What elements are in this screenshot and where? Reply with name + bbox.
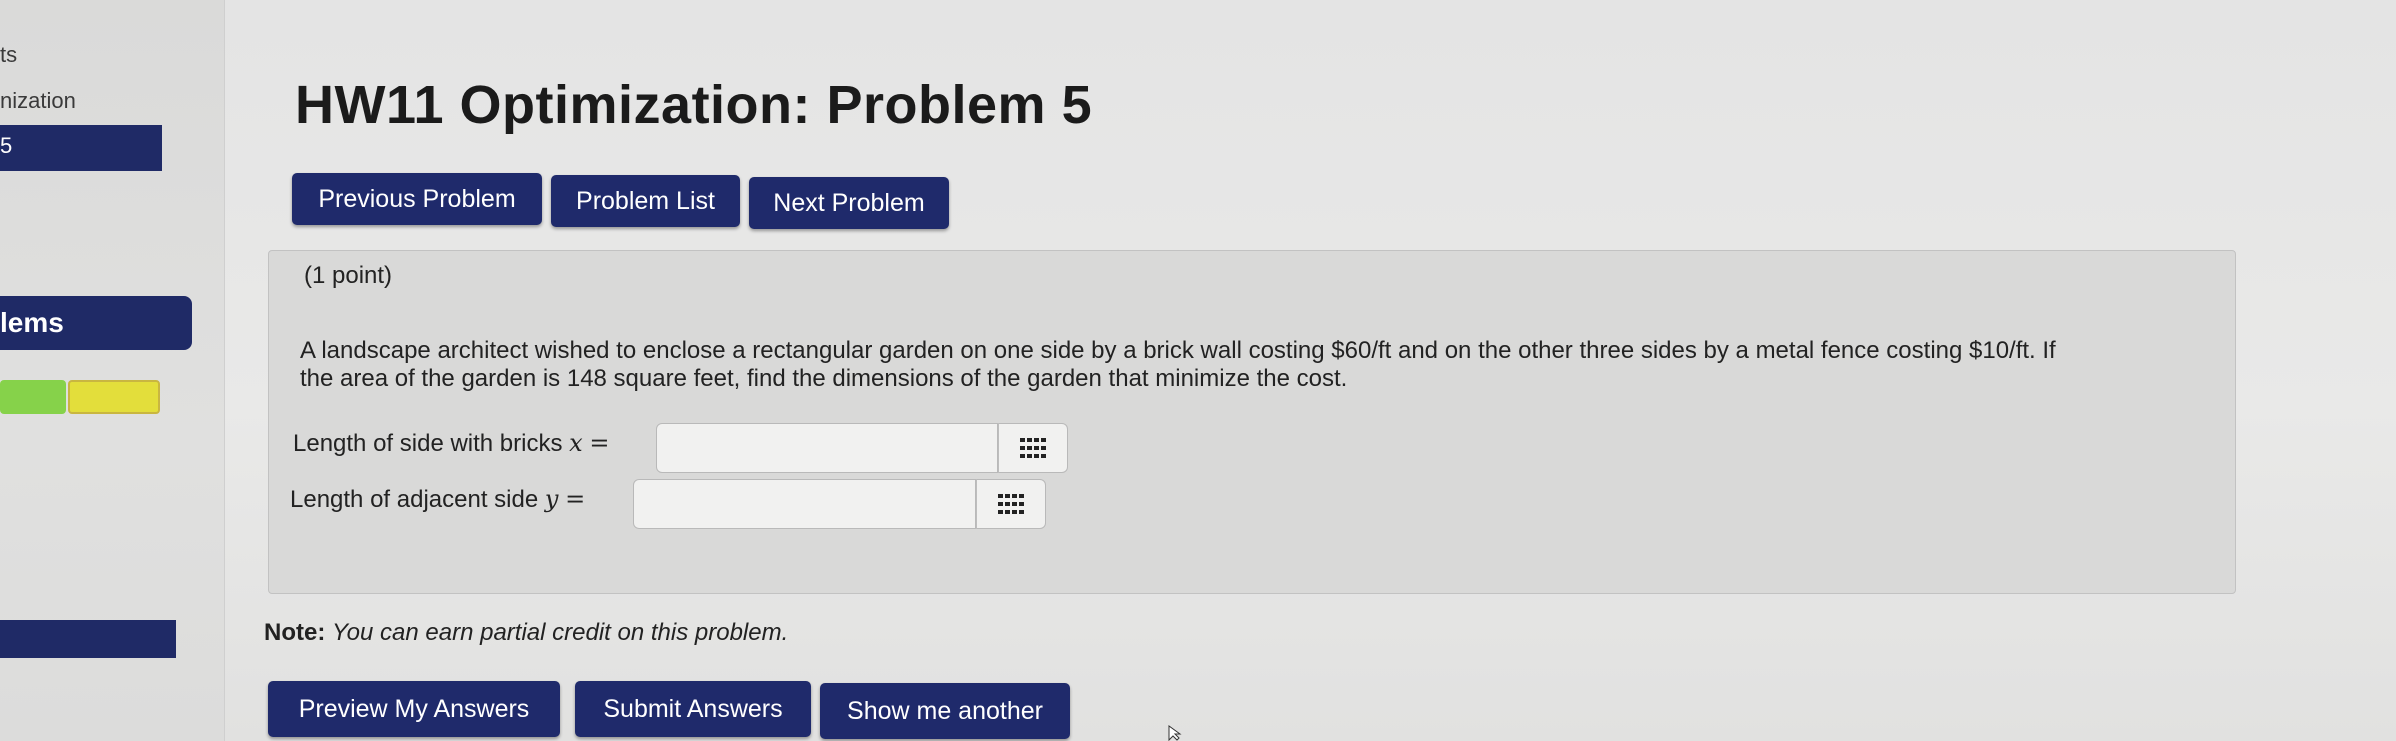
previous-problem-button[interactable]: Previous Problem: [292, 173, 542, 225]
equals-sign: =: [589, 429, 610, 457]
note-text: You can earn partial credit on this prob…: [332, 619, 789, 646]
sidebar-problems-heading: lems: [0, 296, 192, 350]
answer-x-label-text: Length of side with bricks: [293, 430, 563, 457]
keypad-grid-icon: [1020, 438, 1046, 458]
sidebar-link-fragment[interactable]: nization: [0, 88, 76, 114]
problem-points: (1 point): [304, 262, 393, 289]
sidebar-active-item-label: 5: [0, 133, 13, 158]
submit-answers-button[interactable]: Submit Answers: [575, 681, 811, 737]
keypad-grid-icon: [998, 494, 1024, 514]
answer-y-variable: y: [544, 485, 559, 513]
answer-x-variable: x: [569, 429, 583, 457]
answer-x-input[interactable]: [656, 423, 998, 473]
problem-statement-line: the area of the garden is 148 square fee…: [300, 365, 1348, 392]
answer-y-label: Length of adjacent side y =: [290, 485, 585, 514]
preview-answers-button[interactable]: Preview My Answers: [268, 681, 560, 737]
problem-statement-line: A landscape architect wished to enclose …: [300, 337, 2056, 364]
equals-sign: =: [565, 485, 586, 513]
mouse-pointer-icon: [1168, 725, 1182, 741]
note-label: Note:: [264, 619, 326, 646]
partial-credit-note: Note: You can earn partial credit on thi…: [264, 619, 788, 647]
sidebar-nav-bar[interactable]: [0, 620, 176, 658]
progress-segment-current: [68, 380, 160, 414]
sidebar: ts nization 5 lems: [0, 0, 225, 741]
answer-y-input[interactable]: [633, 479, 976, 529]
page-title: HW11 Optimization: Problem 5: [295, 75, 1093, 135]
next-problem-button[interactable]: Next Problem: [749, 177, 949, 229]
sidebar-active-item[interactable]: 5: [0, 125, 162, 171]
problem-list-button[interactable]: Problem List: [551, 175, 740, 227]
show-another-button[interactable]: Show me another: [820, 683, 1070, 739]
answer-y-label-text: Length of adjacent side: [290, 486, 539, 513]
answer-x-label: Length of side with bricks x =: [293, 429, 609, 458]
problem-panel: [268, 250, 2236, 594]
math-keypad-button[interactable]: [998, 423, 1068, 473]
sidebar-link-fragment[interactable]: ts: [0, 42, 17, 68]
progress-segment-correct: [0, 380, 66, 414]
math-keypad-button[interactable]: [976, 479, 1046, 529]
